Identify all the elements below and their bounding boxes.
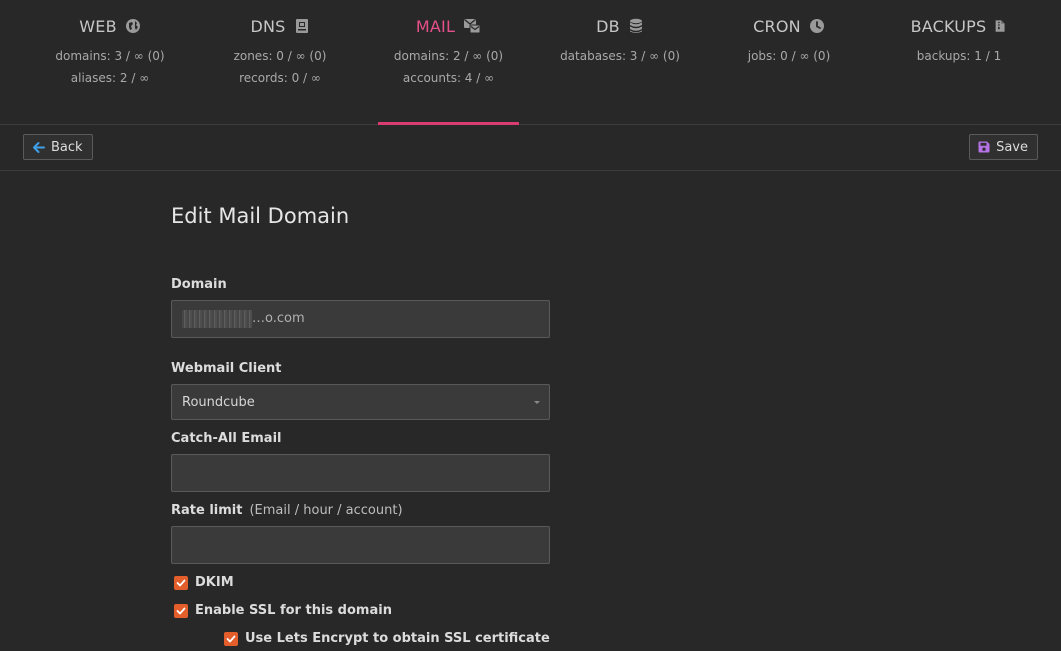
domain-input[interactable]: …o.com: [171, 300, 550, 338]
tab-db-head: DB: [550, 15, 690, 37]
lets-encrypt-label: Use Lets Encrypt to obtain SSL certifica…: [245, 631, 550, 646]
tab-mail-stat-domains: domains: 2 / ∞ (0): [393, 49, 504, 63]
domain-value: …o.com: [252, 311, 305, 326]
tab-mail[interactable]: MAIL domains: 2 / ∞ (0) accounts: 4 / ∞: [378, 0, 519, 126]
tab-cron-title: CRON: [753, 16, 801, 36]
lets-encrypt-checkbox[interactable]: [224, 631, 238, 646]
catch-all-email-input[interactable]: [171, 454, 550, 492]
save-button[interactable]: Save: [969, 134, 1038, 160]
dkim-checkbox[interactable]: [174, 575, 188, 590]
check-icon: [176, 607, 186, 614]
check-icon: [176, 579, 186, 586]
rate-limit-input[interactable]: [171, 526, 550, 564]
tab-mail-head: MAIL: [378, 15, 519, 37]
rate-limit-hint: (Email / hour / account): [249, 503, 403, 518]
globe-icon: [125, 19, 140, 33]
back-button-label: Back: [51, 139, 83, 155]
enable-ssl-label: Enable SSL for this domain: [195, 603, 392, 618]
webmail-client-value: Roundcube: [182, 394, 255, 410]
tab-db[interactable]: DB databases: 3 / ∞ (0): [550, 0, 690, 125]
domain-label: Domain: [171, 277, 227, 292]
tab-backups-head: BACKUPS: [889, 15, 1029, 37]
webmail-client-select[interactable]: Roundcube: [171, 384, 550, 420]
check-icon: [226, 635, 236, 642]
tab-web-head: WEB: [40, 15, 180, 37]
tab-mail-stat-accounts: accounts: 4 / ∞: [402, 71, 495, 85]
rate-limit-label: Rate limit (Email / hour / account): [171, 503, 403, 518]
tab-backups-title: BACKUPS: [910, 16, 987, 36]
caret-down-icon: [534, 401, 540, 404]
dkim-checkbox-row[interactable]: DKIM: [174, 575, 234, 590]
enable-ssl-checkbox[interactable]: [174, 603, 188, 618]
tab-cron[interactable]: CRON jobs: 0 / ∞ (0): [719, 0, 859, 125]
dkim-label: DKIM: [195, 575, 234, 590]
file-archive-icon: [996, 20, 1005, 32]
tab-backups-stat-backups: backups: 1 / 1: [916, 49, 1002, 63]
database-icon: [629, 18, 642, 33]
tab-dns-head: DNS: [210, 15, 350, 37]
tab-dns-title: DNS: [250, 16, 286, 36]
clock-icon: [809, 19, 824, 33]
tab-dns[interactable]: DNS zones: 0 / ∞ (0) records: 0 / ∞: [210, 0, 350, 125]
tab-backups[interactable]: BACKUPS backups: 1 / 1: [889, 0, 1029, 125]
page-title: Edit Mail Domain: [171, 204, 350, 228]
tab-db-stat-databases: databases: 3 / ∞ (0): [560, 49, 680, 63]
lets-encrypt-checkbox-row[interactable]: Use Lets Encrypt to obtain SSL certifica…: [224, 631, 550, 646]
save-button-label: Save: [996, 139, 1028, 155]
tab-web-title: WEB: [79, 16, 117, 36]
tab-db-title: DB: [596, 16, 620, 36]
back-button[interactable]: Back: [23, 134, 93, 160]
book-icon: [295, 19, 308, 33]
arrow-left-icon: [33, 141, 45, 153]
webmail-client-label: Webmail Client: [171, 361, 282, 376]
tab-dns-stat-zones: zones: 0 / ∞ (0): [233, 49, 327, 63]
catch-all-email-label: Catch-All Email: [171, 431, 282, 446]
tab-cron-head: CRON: [719, 15, 859, 37]
floppy-disk-icon: [978, 141, 990, 153]
tab-cron-stat-jobs: jobs: 0 / ∞ (0): [747, 49, 831, 63]
tab-web[interactable]: WEB domains: 3 / ∞ (0) aliases: 2 / ∞: [40, 0, 180, 125]
top-stats-nav: WEB domains: 3 / ∞ (0) aliases: 2 / ∞ DN…: [0, 0, 1061, 126]
tab-web-stat-domains: domains: 3 / ∞ (0): [55, 49, 165, 63]
toolbar: Back Save: [0, 125, 1061, 171]
tab-web-stat-aliases: aliases: 2 / ∞: [70, 71, 150, 85]
tab-dns-stat-records: records: 0 / ∞: [239, 71, 321, 85]
redacted-text: [182, 310, 252, 328]
rate-limit-label-text: Rate limit: [171, 503, 243, 518]
tab-mail-title: MAIL: [415, 16, 456, 36]
enable-ssl-checkbox-row[interactable]: Enable SSL for this domain: [174, 603, 392, 618]
mail-icon: [464, 18, 481, 34]
